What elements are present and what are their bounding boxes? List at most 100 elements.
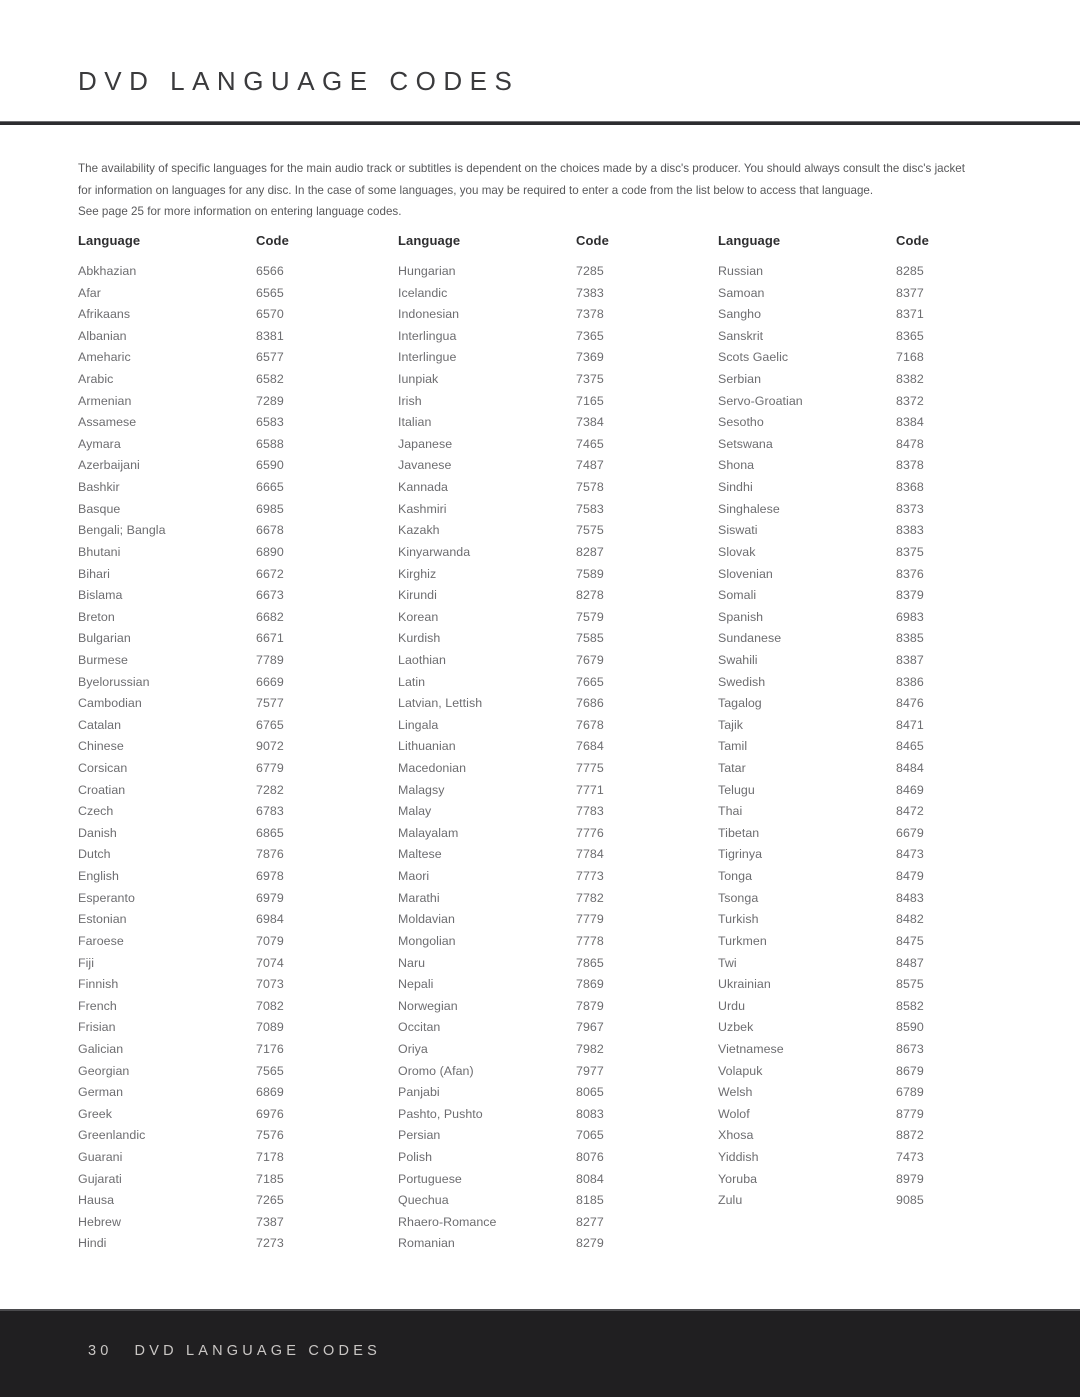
language-name: Siswati xyxy=(718,523,758,538)
table-row: Kashmiri 7583 xyxy=(398,499,718,521)
language-name: Bulgarian xyxy=(78,631,131,646)
table-row: Kurdish 7585 xyxy=(398,628,718,650)
language-name: Rhaero-Romance xyxy=(398,1214,497,1229)
column-header-language: Language xyxy=(718,233,781,248)
language-code: 6765 xyxy=(256,717,284,732)
language-name: Naru xyxy=(398,955,426,970)
language-code: 6979 xyxy=(256,890,284,905)
table-row: Telugu 8469 xyxy=(718,780,1038,802)
language-name: Thai xyxy=(718,804,743,819)
table-row: Pashto, Pushto 8083 xyxy=(398,1104,718,1126)
language-code: 7384 xyxy=(576,415,604,430)
language-name: Marathi xyxy=(398,890,440,905)
table-row: Esperanto 6979 xyxy=(78,888,398,910)
language-code: 7771 xyxy=(576,782,604,797)
language-name: Bengali; Bangla xyxy=(78,523,166,538)
language-name: Turkmen xyxy=(718,933,767,948)
table-row: Iunpiak 7375 xyxy=(398,369,718,391)
language-name: Setswana xyxy=(718,436,773,451)
language-code: 8469 xyxy=(896,782,924,797)
language-name: Sindhi xyxy=(718,480,753,495)
language-code: 7784 xyxy=(576,847,604,862)
language-name: Shona xyxy=(718,458,755,473)
language-name: Yoruba xyxy=(718,1171,758,1186)
language-code: 6978 xyxy=(256,869,284,884)
language-name: Panjabi xyxy=(398,1085,440,1100)
language-code: 7665 xyxy=(576,674,604,689)
language-code: 8287 xyxy=(576,544,604,559)
language-code: 8387 xyxy=(896,652,924,667)
table-row: Servo-Groatian 8372 xyxy=(718,391,1038,413)
language-code: 8382 xyxy=(896,372,924,387)
column-header-code: Code xyxy=(576,233,609,248)
table-row: Tajik 8471 xyxy=(718,715,1038,737)
language-name: Turkish xyxy=(718,912,759,927)
language-name: Tigrinya xyxy=(718,847,763,862)
column-header-code: Code xyxy=(256,233,289,248)
language-code: 6577 xyxy=(256,350,284,365)
language-codes-table: Language Code Abkhazian 6566 Afar 6565 Afrikaa… xyxy=(78,233,1038,1255)
language-name: Javanese xyxy=(398,458,452,473)
table-row: Tibetan 6679 xyxy=(718,823,1038,845)
table-row: Lingala 7678 xyxy=(398,715,718,737)
table-row: Nepali 7869 xyxy=(398,974,718,996)
language-code: 9085 xyxy=(896,1193,924,1208)
table-row: Afar 6565 xyxy=(78,283,398,305)
language-code: 7776 xyxy=(576,825,604,840)
language-code: 8065 xyxy=(576,1085,604,1100)
table-row: Tigrinya 8473 xyxy=(718,844,1038,866)
language-code: 7176 xyxy=(256,1041,284,1056)
language-name: Persian xyxy=(398,1128,441,1143)
language-code: 8478 xyxy=(896,436,924,451)
language-name: Cambodian xyxy=(78,696,142,711)
table-row: Malagsy 7771 xyxy=(398,780,718,802)
table-row: Sangho 8371 xyxy=(718,304,1038,326)
language-code: 8381 xyxy=(256,328,284,343)
table-row: English 6978 xyxy=(78,866,398,888)
table-row: Slovak 8375 xyxy=(718,542,1038,564)
language-name: Polish xyxy=(398,1149,433,1164)
language-code: 8373 xyxy=(896,501,924,516)
language-name: Finnish xyxy=(78,977,119,992)
language-name: Samoan xyxy=(718,285,765,300)
language-name: Occitan xyxy=(398,1020,441,1035)
language-name: Portuguese xyxy=(398,1171,462,1186)
language-name: Yiddish xyxy=(718,1149,759,1164)
table-row: Polish 8076 xyxy=(398,1147,718,1169)
language-code: 6783 xyxy=(256,804,284,819)
language-code: 7783 xyxy=(576,804,604,819)
language-name: Latin xyxy=(398,674,426,689)
language-name: Urdu xyxy=(718,998,746,1013)
language-code: 6983 xyxy=(896,609,924,624)
language-name: Sundanese xyxy=(718,631,782,646)
language-name: Uzbek xyxy=(718,1020,754,1035)
table-row: Latvian, Lettish 7686 xyxy=(398,693,718,715)
table-row: Italian 7384 xyxy=(398,412,718,434)
language-code: 7185 xyxy=(256,1171,284,1186)
language-name: Spanish xyxy=(718,609,764,624)
language-code: 6673 xyxy=(256,588,284,603)
language-name: Byelorussian xyxy=(78,674,150,689)
language-code: 8285 xyxy=(896,264,924,278)
language-code: 7375 xyxy=(576,372,604,387)
language-code: 8385 xyxy=(896,631,924,646)
table-row: Maltese 7784 xyxy=(398,844,718,866)
language-code: 8475 xyxy=(896,933,924,948)
language-name: Latvian, Lettish xyxy=(398,696,483,711)
table-row: Estonian 6984 xyxy=(78,909,398,931)
language-code: 8277 xyxy=(576,1214,604,1229)
table-row: Bengali; Bangla 6678 xyxy=(78,520,398,542)
language-name: Greenlandic xyxy=(78,1128,146,1143)
table-row: Sanskrit 8365 xyxy=(718,326,1038,348)
language-code: 7065 xyxy=(576,1128,604,1143)
language-code: 7686 xyxy=(576,696,604,711)
language-code: 6865 xyxy=(256,825,284,840)
language-code: 6678 xyxy=(256,523,284,538)
language-name: Scots Gaelic xyxy=(718,350,789,365)
table-row: Georgian 7565 xyxy=(78,1061,398,1083)
table-row: Interlingue 7369 xyxy=(398,347,718,369)
table-row: Xhosa 8872 xyxy=(718,1125,1038,1147)
language-code: 8084 xyxy=(576,1171,604,1186)
language-code: 8076 xyxy=(576,1149,604,1164)
table-row: Greenlandic 7576 xyxy=(78,1125,398,1147)
